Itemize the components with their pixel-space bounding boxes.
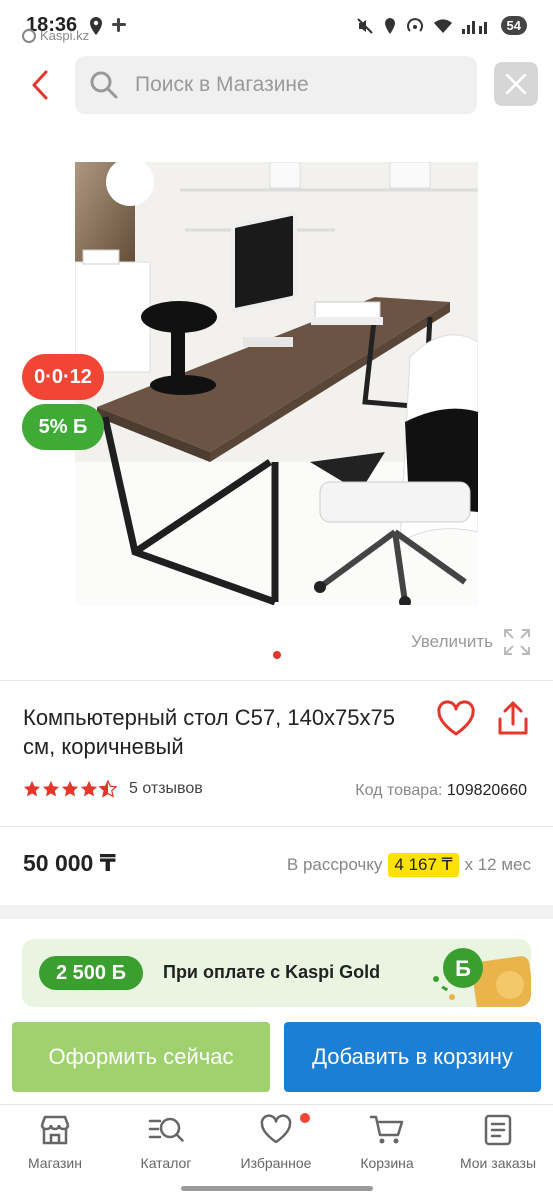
favorite-button[interactable] [436, 700, 476, 738]
nav-item-shop[interactable]: Магазин [5, 1113, 105, 1171]
product-price: 50 000 ₸ [23, 850, 116, 876]
back-button[interactable] [22, 65, 58, 105]
top-bar [0, 55, 553, 115]
hotspot-icon [406, 17, 423, 32]
nav-label-shop: Магазин [27, 1155, 82, 1171]
nav-label-cart: Корзина [360, 1155, 414, 1171]
heart-icon [437, 700, 475, 736]
location-icon [90, 17, 102, 35]
mute-icon [356, 17, 373, 34]
gold-banner-text: При оплате с Kaspi Gold [163, 962, 381, 982]
product-code-label: Код товара: [355, 782, 443, 799]
divider [0, 826, 553, 827]
wifi-icon [433, 18, 452, 33]
slack-icon [112, 18, 126, 32]
signal-icon [461, 20, 487, 34]
zoom-button[interactable]: Увеличить [411, 628, 531, 656]
nav-item-cart[interactable]: Корзина [337, 1113, 437, 1171]
gallery-dot-active [273, 651, 281, 659]
installment-amount: 4 167 ₸ [388, 853, 459, 877]
checkout-now-button[interactable]: Оформить сейчас [12, 1022, 270, 1092]
catalog-search-icon [148, 1117, 184, 1142]
chevron-left-icon [32, 70, 48, 100]
orders-icon [484, 1114, 512, 1146]
status-left-icons [88, 16, 128, 36]
svg-text:Б: Б [455, 956, 471, 981]
nav-label-favorites: Избранное [240, 1155, 312, 1171]
reviews-link[interactable]: 5 отзывов [129, 780, 203, 798]
close-icon [505, 73, 527, 95]
share-button[interactable] [494, 700, 532, 738]
product-code: Код товара: 109820660 [355, 782, 527, 800]
expand-icon [504, 629, 530, 655]
star-icon [80, 780, 98, 797]
cart-icon [369, 1115, 404, 1144]
status-right-icons: 54 [356, 16, 527, 35]
store-icon [40, 1115, 70, 1145]
product-photo [75, 162, 478, 605]
nav-label-orders: Мои заказы [459, 1155, 537, 1171]
share-icon [498, 701, 528, 735]
search-input[interactable] [135, 73, 455, 97]
status-app-label: Kaspi.kz [22, 28, 89, 43]
product-image[interactable] [75, 162, 478, 605]
star-icon [42, 780, 60, 797]
kaspi-logo-icon [22, 28, 36, 43]
product-title: Компьютерный стол С57, 140х75х75 см, кор… [23, 705, 395, 759]
search-box[interactable] [75, 56, 477, 114]
kaspi-gold-banner[interactable]: 2 500 Б При оплате с Kaspi Gold Б [22, 939, 531, 1007]
nav-label-catalog: Каталог [140, 1155, 192, 1171]
bonus-badge: 5% Б [22, 404, 104, 450]
product-code-value: 109820660 [446, 782, 527, 799]
nav-item-orders[interactable]: Мои заказы [448, 1113, 548, 1171]
star-icon [23, 780, 41, 797]
installment-prefix: В рассрочку [286, 855, 383, 874]
home-indicator[interactable] [181, 1186, 373, 1191]
star-icon [61, 780, 79, 797]
rating-stars [23, 780, 117, 798]
battery-indicator: 54 [500, 16, 527, 35]
gold-bonus-pill: 2 500 Б [39, 956, 143, 990]
section-separator [0, 905, 553, 919]
add-to-cart-button[interactable]: Добавить в корзину [284, 1022, 541, 1092]
installment-badge: 0·0·12 [22, 354, 104, 400]
divider [0, 680, 553, 681]
nav-item-catalog[interactable]: Каталог [116, 1113, 216, 1171]
installment-suffix: х 12 мес [464, 855, 532, 874]
star-half-icon [99, 780, 117, 798]
installment-info: В рассрочку 4 167 ₸ х 12 мес [287, 853, 531, 877]
status-bar: 18:36 Kaspi.kz 54 [0, 0, 553, 48]
favorites-notification-dot [300, 1113, 310, 1123]
kaspi-gold-card-icon: Б [433, 948, 531, 1007]
nav-item-favorites[interactable]: Избранное [226, 1113, 326, 1171]
rating-row[interactable]: 5 отзывов [23, 780, 203, 798]
zoom-label: Увеличить [411, 632, 493, 651]
location-status-icon [384, 17, 395, 34]
search-icon [90, 71, 118, 99]
close-search-button[interactable] [494, 62, 538, 106]
heart-outline-icon [260, 1114, 292, 1144]
